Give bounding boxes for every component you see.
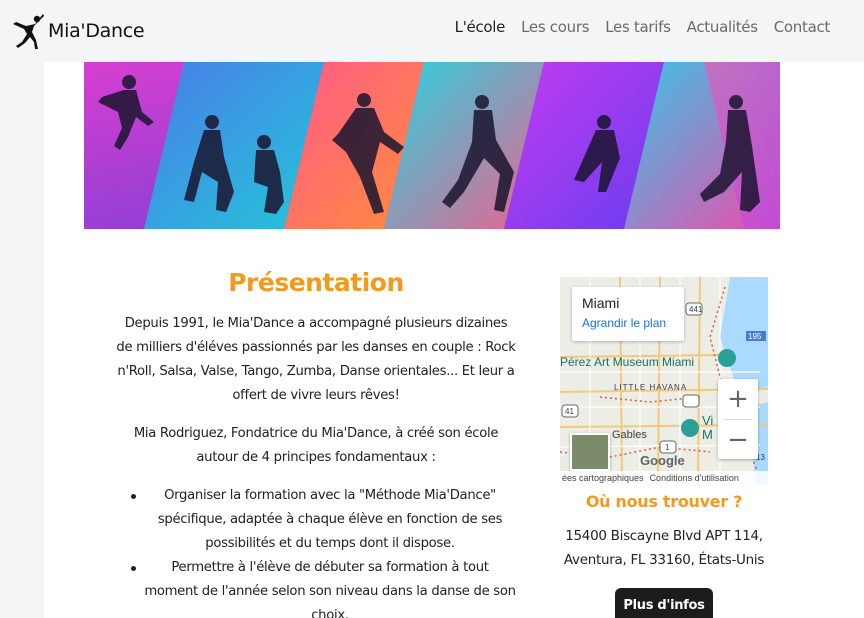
nav-tarifs[interactable]: Les tarifs (605, 18, 671, 36)
map-label: LITTLE HAVANA (614, 383, 688, 392)
address-line: 15400 Biscayne Blvd APT 114, (565, 528, 763, 544)
address: 15400 Biscayne Blvd APT 114, Aventura, F… (550, 524, 778, 572)
zoom-out-button[interactable]: − (718, 420, 758, 460)
location-title: Où nous trouver ? (585, 492, 743, 511)
route-shield: 441 (689, 305, 703, 314)
main-nav: L'école Les cours Les tarifs Actualités … (455, 18, 831, 36)
google-logo: Google (640, 453, 685, 468)
presentation-body: Depuis 1991, le Mia'Dance a accompagné p… (116, 312, 516, 618)
more-info-button[interactable]: Plus d'infos (615, 588, 713, 618)
map-info-card: Miami Agrandir le plan (572, 287, 684, 341)
zoom-in-button[interactable]: + (718, 379, 758, 419)
top-navbar: Mia'Dance L'école Les cours Les tarifs A… (0, 0, 864, 62)
map-label: Gables (612, 429, 647, 441)
map-data-credit: ées cartographiques (562, 473, 644, 483)
enlarge-map-link[interactable]: Agrandir le plan (582, 316, 674, 330)
list-item: Organiser la formation avec la "Méthode … (116, 484, 516, 556)
google-map[interactable]: Pérez Art Museum Miami LITTLE HAVANA Gab… (560, 277, 768, 485)
dancer-icon (13, 14, 44, 49)
zoom-controls: + − (718, 379, 758, 459)
map-city: Miami (582, 295, 620, 311)
terms-link[interactable]: Conditions d'utilisation (650, 473, 739, 483)
route-shield: 1 (665, 443, 670, 452)
brand-name: Mia'Dance (48, 20, 145, 42)
hero-banner (84, 62, 780, 229)
route-shield: 195 (748, 332, 762, 341)
nav-ecole[interactable]: L'école (455, 18, 506, 36)
satellite-toggle[interactable] (570, 433, 610, 471)
map-label: Pérez Art Museum Miami (560, 355, 695, 369)
nav-actualites[interactable]: Actualités (687, 18, 758, 36)
nav-cours[interactable]: Les cours (521, 18, 589, 36)
presentation-paragraph: Mia Rodriguez, Fondatrice du Mia'Dance, … (133, 426, 499, 465)
address-line: Aventura, FL 33160, États-Unis (563, 552, 765, 568)
map-label: M (702, 427, 713, 442)
principles-list: Organiser la formation avec la "Méthode … (116, 484, 516, 618)
nav-contact[interactable]: Contact (774, 18, 831, 36)
brand-link[interactable]: Mia'Dance (10, 12, 145, 50)
list-item: Permettre à l'élève de débuter sa format… (116, 556, 516, 618)
map-footer: ées cartographiques Conditions d'utilisa… (560, 471, 768, 485)
presentation-title: Présentation (228, 268, 404, 297)
dancers-collage-image (84, 62, 780, 229)
route-shield: 41 (565, 407, 574, 416)
map-label: Vi (702, 413, 714, 428)
presentation-paragraph: Depuis 1991, le Mia'Dance a accompagné p… (116, 316, 516, 403)
